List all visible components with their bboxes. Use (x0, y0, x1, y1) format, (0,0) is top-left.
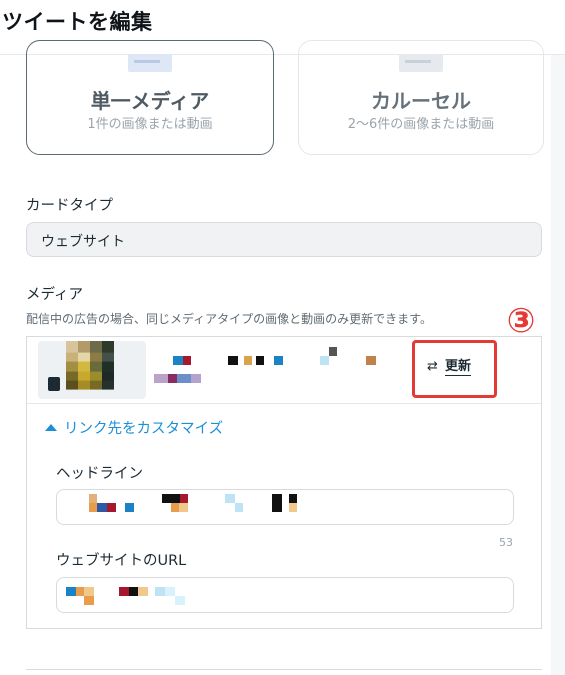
media-thumbnail (38, 341, 146, 399)
dialog-title: ツイートを編集 (2, 10, 153, 34)
headline-input[interactable] (56, 489, 514, 525)
media-label: メディア (26, 287, 83, 303)
single-media-icon (128, 54, 172, 72)
scrollbar[interactable] (551, 55, 565, 675)
media-panel: ⇄ 更新 リンク先をカスタマイズ ヘッドライン 53 ウェブサイトのURL (26, 336, 542, 629)
swap-icon: ⇄ (427, 359, 438, 374)
headline-label: ヘッドライン (56, 466, 143, 482)
carousel-title: カルーセル (371, 89, 471, 113)
carousel-icon (399, 54, 443, 72)
card-type-select[interactable]: ウェブサイト (26, 222, 542, 257)
single-media-option[interactable]: 単一メディア 1件の画像または動画 (26, 40, 274, 155)
update-media-button[interactable]: ⇄ 更新 (412, 340, 497, 398)
media-item: ⇄ 更新 (27, 337, 541, 404)
media-image (66, 341, 114, 399)
single-media-title: 単一メディア (90, 89, 210, 113)
caret-up-icon (45, 424, 57, 431)
carousel-subtitle: 2〜6件の画像または動画 (347, 117, 495, 132)
card-type-value: ウェブサイト (41, 234, 125, 250)
card-type-label: カードタイプ (26, 198, 113, 214)
customize-link-toggle[interactable]: リンク先をカスタマイズ (45, 417, 223, 438)
headline-char-count: 53 (499, 536, 513, 549)
customize-link-label: リンク先をカスタマイズ (64, 421, 224, 437)
carousel-option[interactable]: カルーセル 2〜6件の画像または動画 (298, 40, 544, 155)
update-label: 更新 (445, 359, 472, 376)
single-media-subtitle: 1件の画像または動画 (87, 117, 213, 132)
media-type-icon (48, 377, 60, 391)
section-divider (26, 669, 542, 670)
website-url-input[interactable] (56, 577, 514, 613)
media-help-text: 配信中の広告の場合、同じメディアタイプの画像と動画のみ更新できます。 (26, 312, 432, 326)
website-url-label: ウェブサイトのURL (56, 553, 187, 569)
